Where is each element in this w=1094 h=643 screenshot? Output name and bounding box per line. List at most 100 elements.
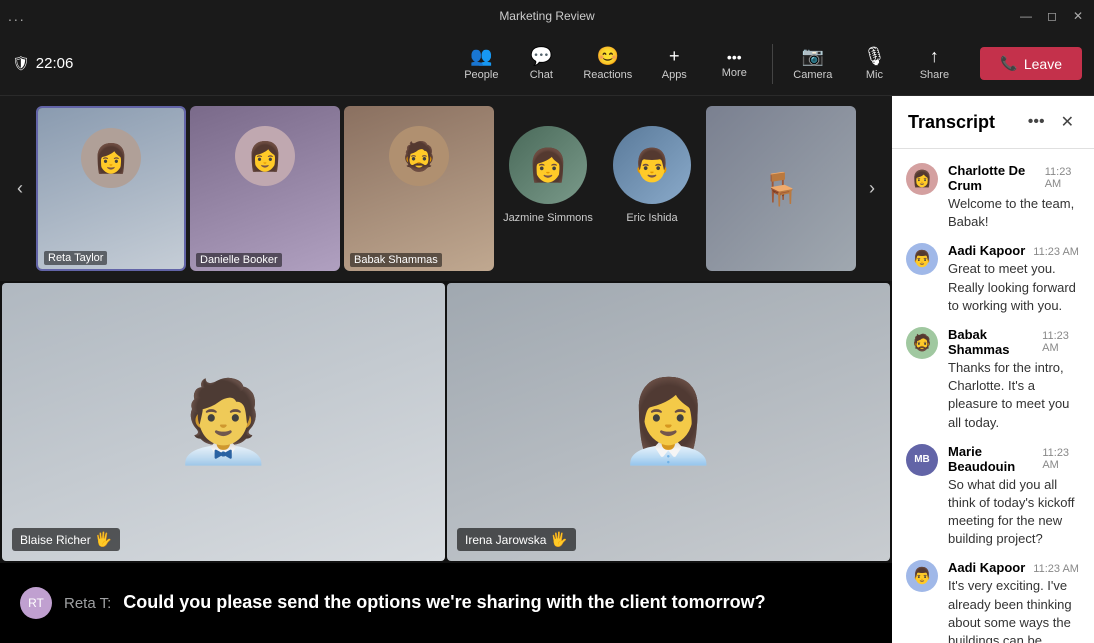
more-icon: ••• [727,49,742,65]
thumbnail-jazmine-simmons[interactable]: 👩 Jazmine Simmons [498,106,598,271]
caption-speaker: Reta T: [64,595,111,612]
message-name: Charlotte De Crum [948,163,1037,193]
thumbnail-extra[interactable]: 🪑 [706,106,856,271]
message-content: Babak Shammas 11:23 AM Thanks for the in… [948,327,1080,432]
message-time: 11:23 AM [1042,447,1080,471]
irena-name: Irena Jarowska [465,533,546,547]
window-title: Marketing Review [499,9,594,23]
transcript-message: 👩 Charlotte De Crum 11:23 AM Welcome to … [892,157,1094,237]
message-content: Aadi Kapoor 11:23 AM Great to meet you. … [948,243,1080,315]
message-avatar: 👨 [906,560,938,592]
message-avatar: 🧔 [906,327,938,359]
main-video-irena: 👩‍💼 Irena Jarowska 🖐 [447,283,890,561]
transcript-message: 👨 Aadi Kapoor 11:23 AM It's very excitin… [892,554,1094,643]
message-time: 11:23 AM [1033,563,1079,575]
thumbnail-name-danielle: Danielle Booker [196,253,282,267]
leave-label: Leave [1024,56,1062,72]
transcript-close-button[interactable]: ✕ [1057,108,1078,136]
message-name: Marie Beaudouin [948,444,1034,474]
message-time: 11:23 AM [1042,330,1080,354]
message-header: Aadi Kapoor 11:23 AM [948,243,1080,258]
maximize-button[interactable]: ◻ [1044,9,1060,23]
transcript-message: 👨 Aadi Kapoor 11:23 AM Great to meet you… [892,237,1094,321]
message-content: Aadi Kapoor 11:23 AM It's very exciting.… [948,560,1080,643]
more-label: More [722,67,747,79]
mic-label: Mic [866,69,883,81]
content-area: ‹ 👩 Reta Taylor 👩 Danielle Booker 🧔 [0,96,1094,643]
message-text: Thanks for the intro, Charlotte. It's a … [948,359,1080,432]
apps-label: Apps [662,69,687,81]
people-label: People [464,69,498,81]
message-name: Babak Shammas [948,327,1034,357]
video-label-irena: Irena Jarowska 🖐 [457,528,576,551]
window-controls: — ◻ ✕ [1018,9,1086,23]
message-text: Welcome to the team, Babak! [948,195,1080,231]
message-content: Marie Beaudouin 11:23 AM So what did you… [948,444,1080,549]
thumbnail-name-reta: Reta Taylor [44,251,107,265]
leave-button[interactable]: 📞 Leave [980,47,1082,80]
video-area: ‹ 👩 Reta Taylor 👩 Danielle Booker 🧔 [0,96,892,643]
transcript-header: Transcript ••• ✕ [892,96,1094,149]
chat-label: Chat [530,69,553,81]
chat-icon: 💬 [530,46,552,67]
minimize-button[interactable]: — [1018,9,1034,23]
message-header: Charlotte De Crum 11:23 AM [948,163,1080,193]
toolbar: 🛡 22:06 👥 People 💬 Chat 😊 Reactions + Ap… [0,32,1094,96]
prev-thumb-button[interactable]: ‹ [8,104,32,273]
reactions-label: Reactions [583,69,632,81]
blaise-name: Blaise Richer [20,533,91,547]
message-name: Aadi Kapoor [948,243,1025,258]
hand-raise-icon-irena: 🖐 [550,531,567,548]
message-time: 11:23 AM [1045,166,1080,190]
message-header: Aadi Kapoor 11:23 AM [948,560,1080,575]
caption-text: Could you please send the options we're … [123,591,765,614]
transcript-title: Transcript [908,112,1024,133]
thumbnail-reta-taylor[interactable]: 👩 Reta Taylor [36,106,186,271]
thumbnail-eric-ishida[interactable]: 👨 Eric Ishida [602,106,702,271]
thumbnail-danielle-booker[interactable]: 👩 Danielle Booker [190,106,340,271]
main-video-blaise: 🧑‍💼 Blaise Richer 🖐 [2,283,445,561]
call-timer: 🛡 22:06 [12,55,92,72]
more-button[interactable]: ••• More [704,45,764,83]
message-avatar: 👩 [906,163,938,195]
thumbnail-name-jazmine: Jazmine Simmons [503,212,593,224]
thumbnail-name-babak: Babak Shammas [350,253,442,267]
apps-button[interactable]: + Apps [644,42,704,85]
mic-button[interactable]: 🎙 Mic [844,42,904,85]
timer-display: 22:06 [36,55,74,72]
message-text: It's very exciting. I've already been th… [948,577,1080,643]
transcript-header-actions: ••• ✕ [1024,108,1078,136]
share-icon: ↑ [930,46,939,67]
next-thumb-button[interactable]: › [860,104,884,273]
thumbnail-name-eric: Eric Ishida [626,212,677,224]
camera-button[interactable]: 📷 Camera [781,42,844,85]
toolbar-actions: 👥 People 💬 Chat 😊 Reactions + Apps ••• M… [451,42,964,85]
people-button[interactable]: 👥 People [451,42,511,85]
video-label-blaise: Blaise Richer 🖐 [12,528,120,551]
caption-avatar: RT [20,587,52,619]
mic-icon: 🎙 [863,46,886,67]
share-button[interactable]: ↑ Share [904,42,964,85]
camera-label: Camera [793,69,832,81]
thumbnail-babak-shammas[interactable]: 🧔 Babak Shammas [344,106,494,271]
title-bar: ... Marketing Review — ◻ ✕ [0,0,1094,32]
message-name: Aadi Kapoor [948,560,1025,575]
message-text: So what did you all think of today's kic… [948,476,1080,549]
people-icon: 👥 [470,46,492,67]
reactions-icon: 😊 [597,46,619,67]
transcript-more-button[interactable]: ••• [1024,109,1049,135]
shield-icon: 🛡 [12,55,30,72]
close-button[interactable]: ✕ [1070,9,1086,23]
chat-button[interactable]: 💬 Chat [511,42,571,85]
message-avatar: 👨 [906,243,938,275]
reactions-button[interactable]: 😊 Reactions [571,42,644,85]
share-label: Share [920,69,949,81]
message-content: Charlotte De Crum 11:23 AM Welcome to th… [948,163,1080,231]
message-header: Babak Shammas 11:23 AM [948,327,1080,357]
leave-phone-icon: 📞 [1000,55,1017,72]
caption-bar: RT Reta T: Could you please send the opt… [0,563,892,643]
message-time: 11:23 AM [1033,246,1079,258]
hand-raise-icon-blaise: 🖐 [95,531,112,548]
message-avatar: MB [906,444,938,476]
title-bar-dots: ... [8,8,26,24]
